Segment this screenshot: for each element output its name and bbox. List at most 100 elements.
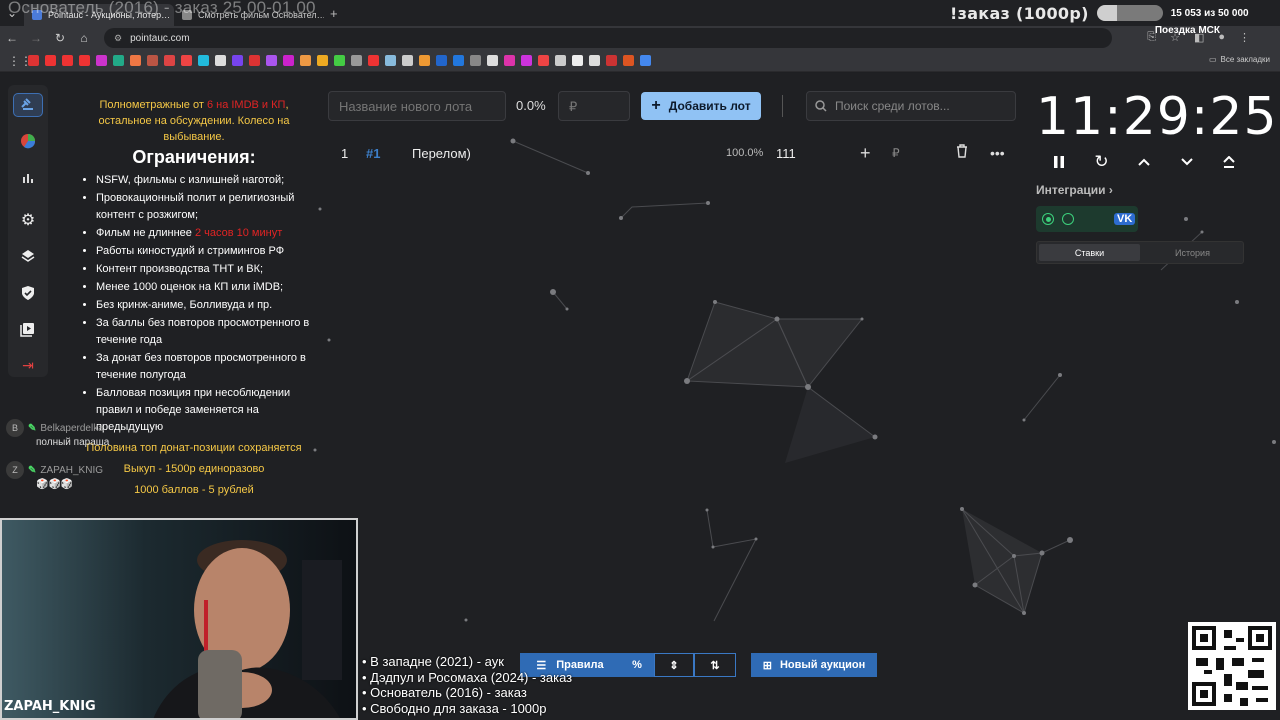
bids-tabs: Ставки История	[1036, 241, 1244, 264]
pause-button[interactable]	[1046, 151, 1072, 173]
video-icon	[20, 322, 34, 337]
bookmark-icon[interactable]	[96, 55, 107, 66]
nav-layers[interactable]	[13, 245, 43, 268]
bookmark-icon[interactable]	[181, 55, 192, 66]
chat-username: ZAPAH_KNIG	[40, 464, 103, 476]
integration-active-icon[interactable]	[1042, 213, 1054, 225]
new-lot-amount-input[interactable]	[558, 91, 630, 121]
timer-controls: ↻	[1046, 151, 1242, 173]
nav-wheel[interactable]	[13, 130, 43, 153]
lot-row[interactable]: 1 #1 Перелом) 100.0% 111 + ₽ •••	[328, 139, 1016, 167]
bookmark-icon[interactable]	[249, 55, 260, 66]
bookmark-icon[interactable]	[453, 55, 464, 66]
nav-logout[interactable]: ⇥	[13, 354, 43, 377]
lot-amount[interactable]: 111	[776, 146, 796, 161]
bookmark-icon[interactable]	[113, 55, 124, 66]
sort-button[interactable]: ⇅	[694, 653, 736, 677]
bookmark-icon[interactable]	[164, 55, 175, 66]
percent-button[interactable]: %	[620, 653, 654, 677]
bookmark-icon[interactable]	[368, 55, 379, 66]
pie-chart-icon	[21, 134, 36, 149]
bookmark-icon[interactable]	[606, 55, 617, 66]
apps-grid-icon[interactable]: ⋮⋮	[8, 54, 32, 68]
rules-intro: Полнометражные от 6 на IMDB и КП, осталь…	[76, 97, 312, 145]
nav-auction[interactable]	[13, 93, 43, 117]
rule-item: Контент производства ТНТ и ВК;	[96, 261, 312, 278]
bookmark-icon[interactable]	[487, 55, 498, 66]
tab-history[interactable]: История	[1142, 242, 1243, 263]
new-tab-icon[interactable]: +	[330, 6, 338, 21]
integration-idle-icon[interactable]	[1062, 213, 1074, 225]
bookmark-icon[interactable]	[419, 55, 430, 66]
new-lot-name-input[interactable]	[328, 91, 506, 121]
bookmark-icon[interactable]	[436, 55, 447, 66]
nav-settings[interactable]: ⚙	[13, 208, 43, 231]
more-options-icon[interactable]: •••	[990, 145, 1005, 161]
bookmark-icon[interactable]	[147, 55, 158, 66]
integrations-status: VK	[1036, 206, 1138, 232]
lot-search[interactable]: Поиск среди лотов...	[806, 91, 1016, 121]
url-text: pointauc.com	[130, 32, 190, 44]
reload-icon[interactable]: ↻	[48, 31, 72, 45]
bookmark-icon[interactable]	[28, 55, 39, 66]
bookmark-icon[interactable]	[62, 55, 73, 66]
bookmark-icon[interactable]	[589, 55, 600, 66]
bookmark-icon[interactable]	[130, 55, 141, 66]
compress-button[interactable]: ⇕	[654, 653, 694, 677]
bookmark-icon[interactable]	[351, 55, 362, 66]
reset-timer-button[interactable]: ↻	[1089, 151, 1115, 173]
nav-video[interactable]	[13, 317, 43, 340]
add-amount-icon[interactable]: +	[860, 143, 871, 164]
moderator-badge-icon: ✎	[28, 464, 37, 476]
bookmark-icon[interactable]	[317, 55, 328, 66]
bookmark-icon[interactable]	[385, 55, 396, 66]
site-info-icon[interactable]: ⚙	[114, 33, 122, 44]
menu-icon[interactable]: ⋮	[1239, 31, 1250, 44]
bookmark-icon[interactable]	[521, 55, 532, 66]
bookmark-icon[interactable]	[198, 55, 209, 66]
home-icon[interactable]: ⌂	[72, 31, 96, 45]
nav-moderation[interactable]	[13, 281, 43, 304]
add-lot-button[interactable]: + Добавить лот	[641, 92, 761, 120]
bookmark-icon[interactable]	[232, 55, 243, 66]
vk-icon[interactable]: VK	[1114, 213, 1136, 225]
url-field[interactable]: ⚙ pointauc.com	[104, 28, 1112, 48]
bookmark-icon[interactable]	[572, 55, 583, 66]
back-icon[interactable]: ←	[0, 31, 24, 45]
bookmark-icon[interactable]	[623, 55, 634, 66]
rule-item: NSFW, фильмы с излишней наготой;	[96, 172, 312, 189]
bookmark-icon[interactable]	[555, 55, 566, 66]
tab-bets[interactable]: Ставки	[1039, 244, 1140, 261]
bookmark-icon[interactable]	[640, 55, 651, 66]
order-item: • В западне (2021) - аук	[362, 654, 504, 669]
bookmark-icon[interactable]	[266, 55, 277, 66]
logout-icon: ⇥	[22, 356, 34, 373]
nav-statistics[interactable]	[13, 166, 43, 189]
currency-icon[interactable]: ₽	[892, 146, 900, 160]
bookmark-icon[interactable]	[334, 55, 345, 66]
integrations-link[interactable]: Интеграции ›	[1036, 183, 1113, 197]
bookmark-icon[interactable]	[215, 55, 226, 66]
new-auction-icon: ⊞	[762, 659, 772, 672]
bookmark-icon[interactable]	[45, 55, 56, 66]
bookmark-icon[interactable]	[504, 55, 515, 66]
bookmark-icon[interactable]	[538, 55, 549, 66]
new-auction-button[interactable]: ⊞ Новый аукцион	[751, 653, 877, 677]
bookmark-icon[interactable]	[300, 55, 311, 66]
timer-decrease-button[interactable]	[1174, 151, 1200, 173]
rules-intro-rating: 6 на IMDB и КП	[206, 99, 286, 111]
side-navigation: ⚙ ⇥	[8, 85, 48, 377]
bookmark-icon[interactable]	[283, 55, 294, 66]
lot-index: 1	[341, 145, 349, 161]
delete-icon[interactable]	[956, 144, 968, 162]
bookmark-icon[interactable]	[402, 55, 413, 66]
new-auction-label: Новый аукцион	[779, 659, 866, 671]
timer-increase-button[interactable]	[1131, 151, 1157, 173]
timer-double-up-button[interactable]	[1216, 151, 1242, 173]
bookmark-icon[interactable]	[79, 55, 90, 66]
bookmark-icon[interactable]	[470, 55, 481, 66]
forward-icon[interactable]: →	[24, 31, 48, 45]
all-bookmarks[interactable]: ▭ Все закладки	[1209, 55, 1270, 64]
lot-hash-id[interactable]: #1	[366, 146, 380, 161]
lot-title[interactable]: Перелом)	[412, 146, 471, 161]
